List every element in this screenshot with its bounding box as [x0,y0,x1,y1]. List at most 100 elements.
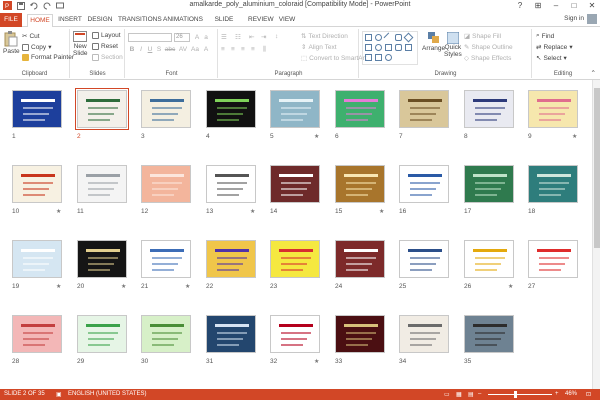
format-painter-button[interactable]: Format Painter [22,54,74,61]
scrollbar-thumb[interactable] [594,88,600,248]
zoom-level[interactable]: 46% [565,391,577,397]
slide-thumbnail[interactable] [270,90,320,128]
reading-view-icon[interactable]: ▤ [468,391,474,398]
transition-star-icon[interactable]: ★ [56,283,61,290]
slide-thumbnail[interactable] [528,240,578,278]
slide-thumbnail[interactable] [270,165,320,203]
tab-slide-show[interactable]: SLIDE SHOW [206,14,242,35]
tab-view[interactable]: VIEW [278,14,296,27]
tab-home[interactable]: HOME [27,14,53,28]
normal-view-icon[interactable]: ▭ [444,391,450,398]
tab-insert[interactable]: INSERT [58,14,82,27]
bullets-button[interactable]: ☰ [221,33,227,41]
redo-icon[interactable] [42,1,51,10]
convert-smartart-button[interactable]: ⬚ Convert to SmartArt [301,54,367,63]
align-left-button[interactable]: ≡ [221,46,225,53]
slide-thumbnail[interactable] [12,315,62,353]
arrange-button[interactable]: Arrange [422,32,445,52]
transition-star-icon[interactable]: ★ [314,358,319,365]
grow-font-icon[interactable]: A [193,34,201,42]
shape-rectangle[interactable] [365,34,372,41]
avatar[interactable] [587,14,597,24]
slideshow-icon[interactable] [55,1,64,10]
slide-thumbnail[interactable] [141,165,191,203]
shape-square[interactable] [385,44,392,51]
tab-transitions[interactable]: TRANSITIONS [118,14,162,27]
shape-bracket[interactable] [375,54,382,61]
maximize-button[interactable]: □ [568,0,580,11]
numbering-button[interactable]: ☷ [235,33,241,41]
justify-button[interactable]: ≡ [251,46,255,53]
section-button[interactable]: Section [92,54,123,61]
slide-thumbnail[interactable] [399,240,449,278]
shape-rounded[interactable] [395,34,402,41]
shape-outline-button[interactable]: ✎ Shape Outline [464,43,513,52]
fit-to-window-icon[interactable]: ⊡ [586,391,591,398]
zoom-slider[interactable] [488,394,552,395]
slide-thumbnail[interactable] [12,240,62,278]
shape-callout[interactable] [395,44,402,51]
font-color-button[interactable]: A [202,46,210,54]
slide-thumbnail[interactable] [464,165,514,203]
slide-thumbnail[interactable] [206,90,256,128]
shape-circle[interactable] [375,44,382,51]
slide-thumbnail[interactable] [77,240,127,278]
align-right-button[interactable]: ≡ [241,46,245,53]
shrink-font-icon[interactable]: a [202,34,210,42]
text-direction-button[interactable]: ⇅ Text Direction [301,32,348,41]
shape-fill-button[interactable]: ◪ Shape Fill [464,32,501,41]
slide-thumbnail[interactable] [335,315,385,353]
slide-thumbnail[interactable] [141,90,191,128]
shape-star[interactable] [405,44,412,51]
change-case-button[interactable]: Aa [190,46,200,54]
slide-thumbnail[interactable] [270,240,320,278]
shape-textbox[interactable] [365,44,372,51]
align-text-button[interactable]: ⇕ Align Text [301,43,337,52]
slide-thumbnail[interactable] [141,240,191,278]
slide-thumbnail[interactable] [77,165,127,203]
undo-icon[interactable] [29,1,38,10]
slide-thumbnail[interactable] [206,240,256,278]
replace-button[interactable]: ⇄ Replace ▾ [536,43,573,52]
transition-star-icon[interactable]: ★ [572,133,577,140]
minimize-button[interactable]: – [550,0,562,11]
tab-review[interactable]: REVIEW [248,14,274,27]
font-size-box[interactable]: 26 [174,33,190,42]
slide-thumbnail[interactable] [12,165,62,203]
slide-thumbnail[interactable] [206,315,256,353]
new-slide-button[interactable]: New Slide [73,31,87,57]
slide-thumbnail[interactable] [528,165,578,203]
shape-smiley[interactable] [385,54,392,61]
shapes-gallery[interactable] [362,31,418,65]
shape-brace[interactable] [365,54,372,61]
slide-thumbnail[interactable] [528,90,578,128]
close-button[interactable]: ✕ [586,0,598,11]
zoom-out-icon[interactable]: – [478,391,481,397]
slide-thumbnail[interactable] [464,315,514,353]
slide-thumbnail[interactable] [270,315,320,353]
find-button[interactable]: ⌕ Find [536,32,554,40]
columns-button[interactable]: ⫼ [263,46,266,54]
tab-design[interactable]: DESIGN [87,14,113,27]
language-indicator[interactable]: ENGLISH (UNITED STATES) [68,391,146,397]
slide-thumbnail[interactable] [335,90,385,128]
zoom-in-icon[interactable]: + [555,391,559,397]
zoom-slider-knob[interactable] [514,391,517,398]
font-name-box[interactable] [128,33,172,42]
reset-button[interactable]: Reset [92,43,118,50]
transition-star-icon[interactable]: ★ [121,283,126,290]
line-spacing-button[interactable]: ↕ [275,33,278,40]
shape-line[interactable] [383,32,394,43]
shape-effects-button[interactable]: ◇ Shape Effects [464,54,511,63]
slide-thumbnail[interactable] [399,90,449,128]
slide-thumbnail[interactable] [399,315,449,353]
slide-thumbnail[interactable] [399,165,449,203]
character-spacing-button[interactable]: AV [178,46,188,54]
transition-star-icon[interactable]: ★ [185,283,190,290]
sign-in-link[interactable]: Sign in [564,15,584,22]
select-button[interactable]: ↖ Select ▾ [536,54,567,63]
layout-button[interactable]: Layout [92,32,121,39]
align-center-button[interactable]: ≡ [231,46,235,53]
tab-animations[interactable]: ANIMATIONS [163,14,203,27]
slide-thumbnail[interactable] [335,240,385,278]
